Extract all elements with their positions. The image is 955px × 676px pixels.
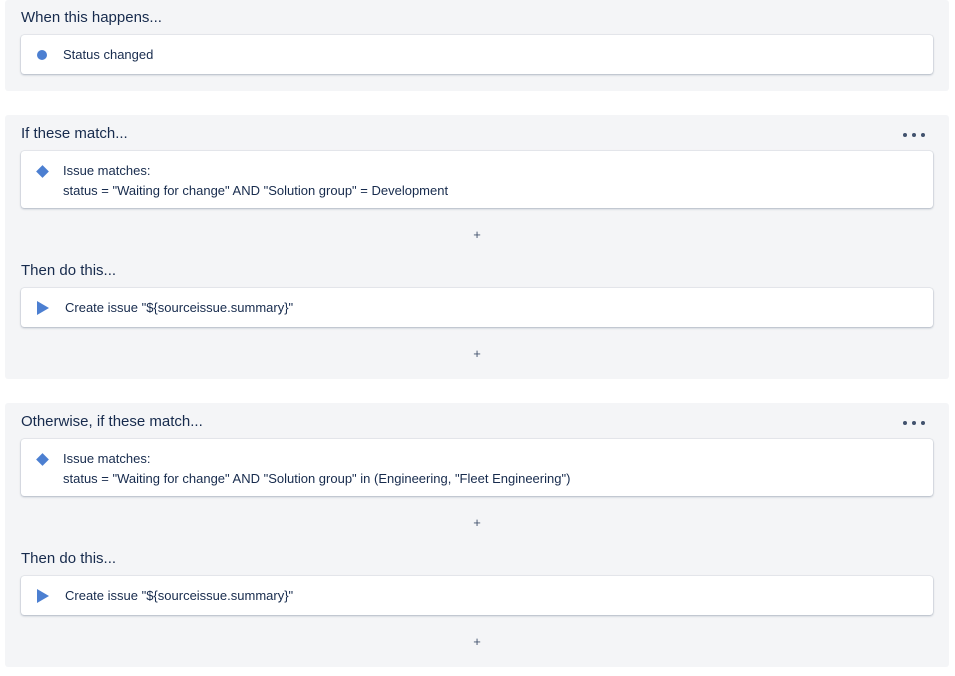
trigger-label: Status changed xyxy=(63,47,154,62)
action-play-icon xyxy=(37,589,49,603)
condition-heading: Issue matches: xyxy=(63,451,151,466)
else-if-section-title: Otherwise, if these match... xyxy=(21,413,203,430)
add-action-button[interactable]: + xyxy=(467,346,487,361)
if-condition-panel: If these match... Issue matches: status … xyxy=(5,115,949,379)
add-condition-button[interactable]: + xyxy=(467,227,487,242)
condition-heading: Issue matches: xyxy=(63,163,151,178)
more-horizontal-icon[interactable] xyxy=(903,128,925,142)
if-action-card[interactable]: Create issue "${sourceissue.summary}" xyxy=(21,288,933,327)
trigger-section-title: When this happens... xyxy=(21,9,162,26)
if-condition-card[interactable]: Issue matches: status = "Waiting for cha… xyxy=(21,151,933,208)
trigger-card-status-changed[interactable]: Status changed xyxy=(21,35,933,74)
then-section-title: Then do this... xyxy=(21,550,117,567)
condition-diamond-icon xyxy=(36,165,49,178)
then-section-title: Then do this... xyxy=(21,262,117,279)
condition-jql: status = "Waiting for change" AND "Solut… xyxy=(63,471,571,486)
action-label: Create issue "${sourceissue.summary}" xyxy=(65,588,294,603)
action-play-icon xyxy=(37,301,49,315)
else-if-action-card[interactable]: Create issue "${sourceissue.summary}" xyxy=(21,576,933,615)
condition-jql: status = "Waiting for change" AND "Solut… xyxy=(63,183,449,198)
else-if-condition-card[interactable]: Issue matches: status = "Waiting for cha… xyxy=(21,439,933,496)
add-condition-button[interactable]: + xyxy=(467,515,487,530)
action-label: Create issue "${sourceissue.summary}" xyxy=(65,300,294,315)
condition-diamond-icon xyxy=(36,453,49,466)
add-action-button[interactable]: + xyxy=(467,634,487,649)
trigger-panel: When this happens... Status changed xyxy=(5,0,949,91)
more-horizontal-icon[interactable] xyxy=(903,416,925,430)
else-if-condition-panel: Otherwise, if these match... Issue match… xyxy=(5,403,949,667)
trigger-dot-icon xyxy=(37,50,47,60)
if-section-title: If these match... xyxy=(21,125,128,142)
